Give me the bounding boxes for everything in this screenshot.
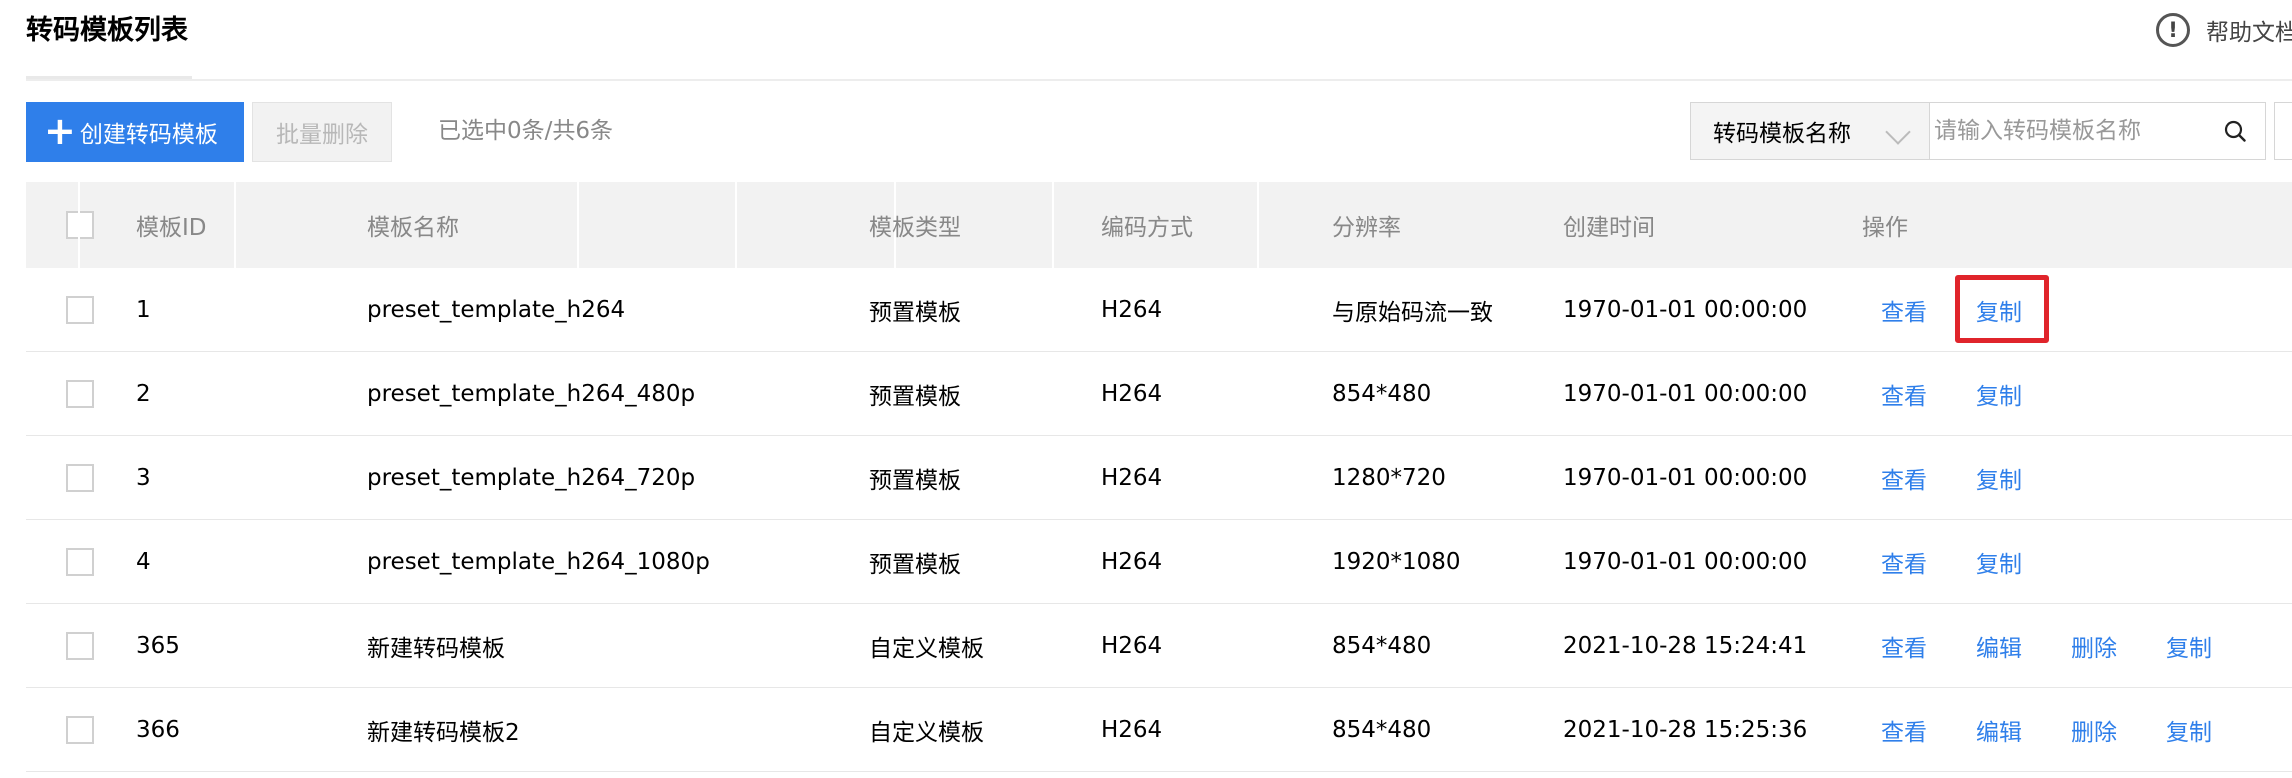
transcode-template-page: 转码模板列表 ! 帮助文档 + 创建转码模板 批量删除 已选中0条/共6条 转码… <box>0 0 2292 778</box>
template-table: 模板ID 模板名称 模板类型 编码方式 分辨率 创建时间 操作 1 preset_… <box>26 182 2292 772</box>
cell-created: 2021-10-28 15:25:36 <box>1563 717 1808 743</box>
cell-codec: H264 <box>1101 717 1163 743</box>
cell-codec: H264 <box>1101 381 1163 407</box>
cell-id: 1 <box>136 297 151 323</box>
cell-codec: H264 <box>1101 549 1163 575</box>
cell-created: 1970-01-01 00:00:00 <box>1563 465 1808 491</box>
column-separator <box>735 182 737 268</box>
column-separator <box>1257 182 1259 268</box>
copy-link[interactable]: 复制 <box>1976 352 2022 436</box>
column-header-actions: 操作 <box>1862 215 1908 241</box>
table-row: 366 新建转码模板2 自定义模板 H264 854*480 2021-10-28 15:… <box>26 688 2292 772</box>
cell-type: 预置模板 <box>869 468 961 494</box>
copy-link[interactable]: 复制 <box>1976 520 2022 604</box>
search-field-select[interactable]: 转码模板名称 <box>1690 102 1930 160</box>
cell-resolution: 1920*1080 <box>1332 549 1461 575</box>
cell-created: 1970-01-01 00:00:00 <box>1563 549 1808 575</box>
cell-type: 预置模板 <box>869 552 961 578</box>
cell-resolution: 854*480 <box>1332 381 1432 407</box>
cell-codec: H264 <box>1101 465 1163 491</box>
view-link[interactable]: 查看 <box>1881 268 1927 352</box>
column-separator <box>577 182 579 268</box>
cell-type: 预置模板 <box>869 384 961 410</box>
column-separator <box>78 182 80 268</box>
row-checkbox[interactable] <box>66 380 94 408</box>
help-doc-label: 帮助文档 <box>2206 20 2292 46</box>
chevron-down-icon <box>1885 119 1911 145</box>
edit-link[interactable]: 编辑 <box>1976 688 2022 772</box>
row-checkbox[interactable] <box>66 296 94 324</box>
table-row: 2 preset_template_h264_480p 预置模板 H264 854*48… <box>26 352 2292 436</box>
table-header: 模板ID 模板名称 模板类型 编码方式 分辨率 创建时间 操作 <box>26 182 2292 268</box>
table-row: 365 新建转码模板 自定义模板 H264 854*480 2021-10-28 15:2… <box>26 604 2292 688</box>
copy-link[interactable]: 复制 <box>2166 604 2212 688</box>
cell-id: 366 <box>136 717 180 743</box>
view-link[interactable]: 查看 <box>1881 520 1927 604</box>
view-link[interactable]: 查看 <box>1881 604 1927 688</box>
delete-link[interactable]: 删除 <box>2071 604 2117 688</box>
create-template-label: 创建转码模板 <box>79 122 218 148</box>
copy-link[interactable]: 复制 <box>2166 688 2212 772</box>
delete-link[interactable]: 删除 <box>2071 688 2117 772</box>
help-circle-icon: ! <box>2156 13 2190 47</box>
table-body: 1 preset_template_h264 预置模板 H264 与原始码流一致 1970… <box>26 268 2292 772</box>
cell-type: 预置模板 <box>869 300 961 326</box>
row-checkbox[interactable] <box>66 548 94 576</box>
cell-name: preset_template_h264 <box>367 297 626 323</box>
header-divider <box>26 79 2292 81</box>
table-row: 3 preset_template_h264_720p 预置模板 H264 1280*7… <box>26 436 2292 520</box>
column-header-codec: 编码方式 <box>1101 215 1193 241</box>
cell-resolution: 854*480 <box>1332 717 1432 743</box>
cell-resolution: 1280*720 <box>1332 465 1446 491</box>
column-header-name: 模板名称 <box>367 215 459 241</box>
batch-delete-button[interactable]: 批量删除 <box>252 102 392 162</box>
cell-name: 新建转码模板 <box>367 636 505 662</box>
column-header-resolution: 分辨率 <box>1332 215 1401 241</box>
row-checkbox[interactable] <box>66 464 94 492</box>
table-row: 4 preset_template_h264_1080p 预置模板 H264 1920*… <box>26 520 2292 604</box>
cell-id: 2 <box>136 381 151 407</box>
column-header-created: 创建时间 <box>1563 215 1655 241</box>
help-doc-link[interactable]: ! 帮助文档 <box>2156 10 2292 50</box>
cell-type: 自定义模板 <box>869 720 984 746</box>
cell-resolution: 854*480 <box>1332 633 1432 659</box>
cell-codec: H264 <box>1101 633 1163 659</box>
cell-id: 365 <box>136 633 180 659</box>
column-separator <box>1052 182 1054 268</box>
column-separator <box>234 182 236 268</box>
cell-created: 2021-10-28 15:24:41 <box>1563 633 1808 659</box>
column-header-id: 模板ID <box>136 215 207 241</box>
page-title: 转码模板列表 <box>26 15 188 46</box>
search-field-select-label: 转码模板名称 <box>1713 121 1851 147</box>
row-checkbox[interactable] <box>66 716 94 744</box>
edit-link[interactable]: 编辑 <box>1976 604 2022 688</box>
search-input[interactable] <box>1930 102 2266 160</box>
column-header-type: 模板类型 <box>869 215 961 241</box>
cell-codec: H264 <box>1101 297 1163 323</box>
plus-icon: + <box>44 109 76 153</box>
search-icon[interactable] <box>2224 120 2246 142</box>
cell-id: 4 <box>136 549 151 575</box>
cell-name: 新建转码模板2 <box>367 720 520 746</box>
row-checkbox[interactable] <box>66 632 94 660</box>
cell-id: 3 <box>136 465 151 491</box>
copy-link[interactable]: 复制 <box>1976 436 2022 520</box>
cell-type: 自定义模板 <box>869 636 984 662</box>
toolbar-extra-button[interactable] <box>2274 102 2292 160</box>
select-all-checkbox[interactable] <box>66 211 94 239</box>
view-link[interactable]: 查看 <box>1881 436 1927 520</box>
copy-link[interactable]: 复制 <box>1976 268 2022 352</box>
selection-status: 已选中0条/共6条 <box>438 118 614 144</box>
cell-name: preset_template_h264_1080p <box>367 549 710 575</box>
create-template-button[interactable]: + 创建转码模板 <box>26 102 244 162</box>
view-link[interactable]: 查看 <box>1881 688 1927 772</box>
cell-created: 1970-01-01 00:00:00 <box>1563 381 1808 407</box>
cell-name: preset_template_h264_480p <box>367 381 696 407</box>
view-link[interactable]: 查看 <box>1881 352 1927 436</box>
cell-name: preset_template_h264_720p <box>367 465 696 491</box>
cell-resolution: 与原始码流一致 <box>1332 300 1493 326</box>
cell-created: 1970-01-01 00:00:00 <box>1563 297 1808 323</box>
table-row: 1 preset_template_h264 预置模板 H264 与原始码流一致 1970… <box>26 268 2292 352</box>
